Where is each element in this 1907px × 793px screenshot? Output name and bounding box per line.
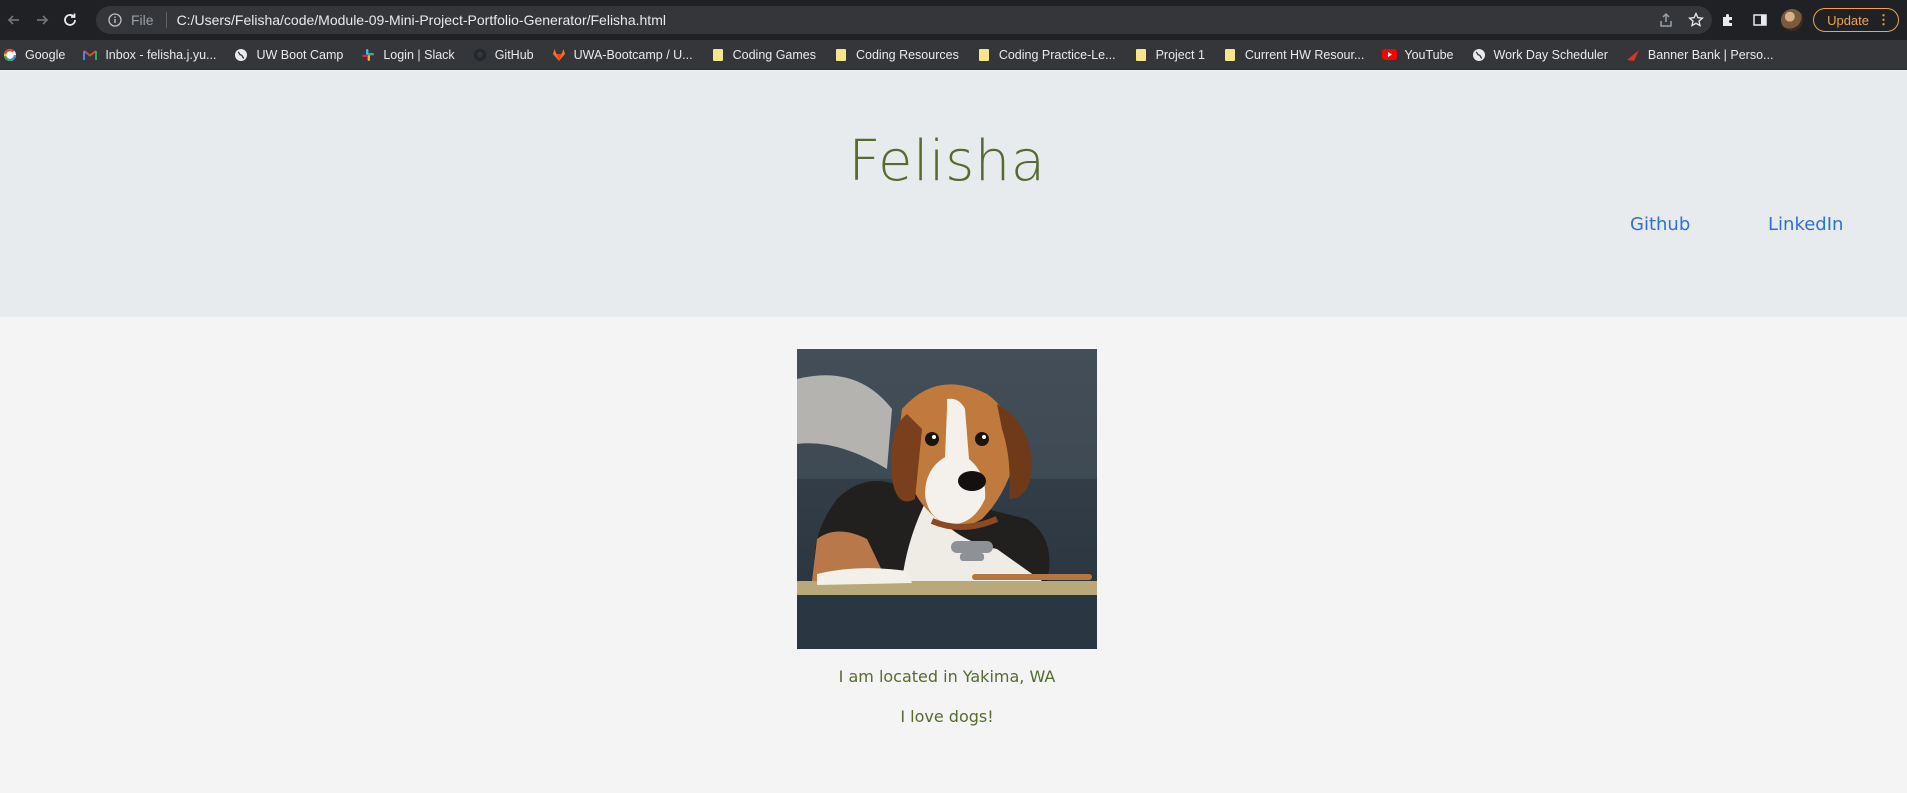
folder-icon [1222, 47, 1238, 63]
globe-icon [1471, 47, 1487, 63]
portfolio-header: Felisha Github LinkedIn [0, 71, 1907, 317]
back-button[interactable] [2, 8, 26, 32]
kebab-menu-icon: ⋮ [1877, 12, 1890, 27]
bookmark-label: Work Day Scheduler [1493, 47, 1608, 62]
slack-icon [360, 47, 376, 63]
folder-icon [1133, 47, 1149, 63]
bookmark-label: Coding Practice-Le... [998, 47, 1116, 62]
youtube-icon [1381, 47, 1397, 63]
star-icon[interactable] [1688, 12, 1704, 28]
linkedin-link[interactable]: LinkedIn [1768, 214, 1843, 235]
profile-avatar[interactable] [1781, 9, 1804, 31]
github-icon [472, 47, 488, 63]
arrow-left-icon [7, 15, 19, 25]
location-text: I am located in Yakima, WA [838, 667, 1056, 686]
bookmark-coding-practice[interactable]: Coding Practice-Le... [976, 47, 1116, 63]
omnibox-divider [165, 12, 167, 28]
bookmark-label: UWA-Bootcamp / U... [573, 47, 693, 62]
bookmark-label: UW Boot Camp [256, 47, 344, 62]
url-text[interactable]: C:/Users/Felisha/code/Module-09-Mini-Pro… [177, 12, 666, 28]
bookmark-label: GitHub [494, 47, 534, 62]
folder-icon [976, 47, 992, 63]
bookmark-slack[interactable]: Login | Slack [360, 47, 455, 63]
reload-icon [64, 13, 76, 26]
banner-bank-icon [1625, 47, 1641, 63]
update-button[interactable]: Update ⋮ [1813, 8, 1899, 32]
page-title: Felisha [848, 129, 1046, 194]
bookmark-current-hw[interactable]: Current HW Resour... [1222, 47, 1364, 63]
file-label: File [131, 12, 154, 28]
bookmark-work-day-scheduler[interactable]: Work Day Scheduler [1471, 47, 1608, 63]
bookmark-label: Google [25, 47, 66, 62]
bookmark-label: Current HW Resour... [1244, 47, 1365, 62]
profile-photo [797, 349, 1097, 649]
bookmark-project-1[interactable]: Project 1 [1133, 47, 1205, 63]
address-bar[interactable]: File C:/Users/Felisha/code/Module-09-Min… [96, 6, 1712, 34]
bookmark-label: Banner Bank | Perso... [1647, 47, 1774, 62]
bookmark-label: Coding Games [732, 47, 816, 62]
bookmark-github[interactable]: GitHub [472, 47, 534, 63]
reload-button[interactable] [58, 8, 82, 32]
bookmark-google[interactable]: Google [2, 47, 65, 63]
folder-icon [710, 47, 726, 63]
bookmark-uwa-bootcamp[interactable]: UWA-Bootcamp / U... [551, 47, 693, 63]
bookmark-coding-games[interactable]: Coding Games [710, 47, 816, 63]
update-label: Update [1827, 12, 1869, 28]
arrow-right-icon [37, 15, 49, 25]
bookmark-youtube[interactable]: YouTube [1381, 47, 1454, 63]
bookmark-coding-resources[interactable]: Coding Resources [833, 47, 959, 63]
beagle-illustration [797, 349, 1097, 649]
bookmark-label: Login | Slack [383, 47, 455, 62]
folder-icon [833, 47, 849, 63]
globe-icon [233, 47, 249, 63]
hobby-text: I love dogs! [900, 707, 994, 726]
browser-toolbar: File C:/Users/Felisha/code/Module-09-Min… [0, 0, 1907, 40]
forward-button[interactable] [30, 8, 54, 32]
share-icon[interactable] [1658, 12, 1674, 28]
info-icon[interactable] [107, 12, 123, 28]
gmail-icon [82, 47, 98, 63]
gitlab-icon [551, 47, 567, 63]
bookmark-label: Coding Resources [855, 47, 959, 62]
github-link[interactable]: Github [1630, 214, 1690, 235]
bookmark-label: Project 1 [1155, 47, 1205, 62]
extensions-icon[interactable] [1717, 9, 1739, 31]
bookmark-label: YouTube [1404, 47, 1454, 62]
bookmark-gmail[interactable]: Inbox - felisha.j.yu... [82, 47, 216, 63]
google-icon [2, 47, 18, 63]
bookmark-banner-bank[interactable]: Banner Bank | Perso... [1625, 47, 1774, 63]
bookmark-uw-boot-camp[interactable]: UW Boot Camp [233, 47, 343, 63]
bookmarks-bar: Google Inbox - felisha.j.yu... UW Boot C… [0, 40, 1907, 70]
bookmark-label: Inbox - felisha.j.yu... [105, 47, 217, 62]
side-panel-icon[interactable] [1749, 9, 1771, 31]
